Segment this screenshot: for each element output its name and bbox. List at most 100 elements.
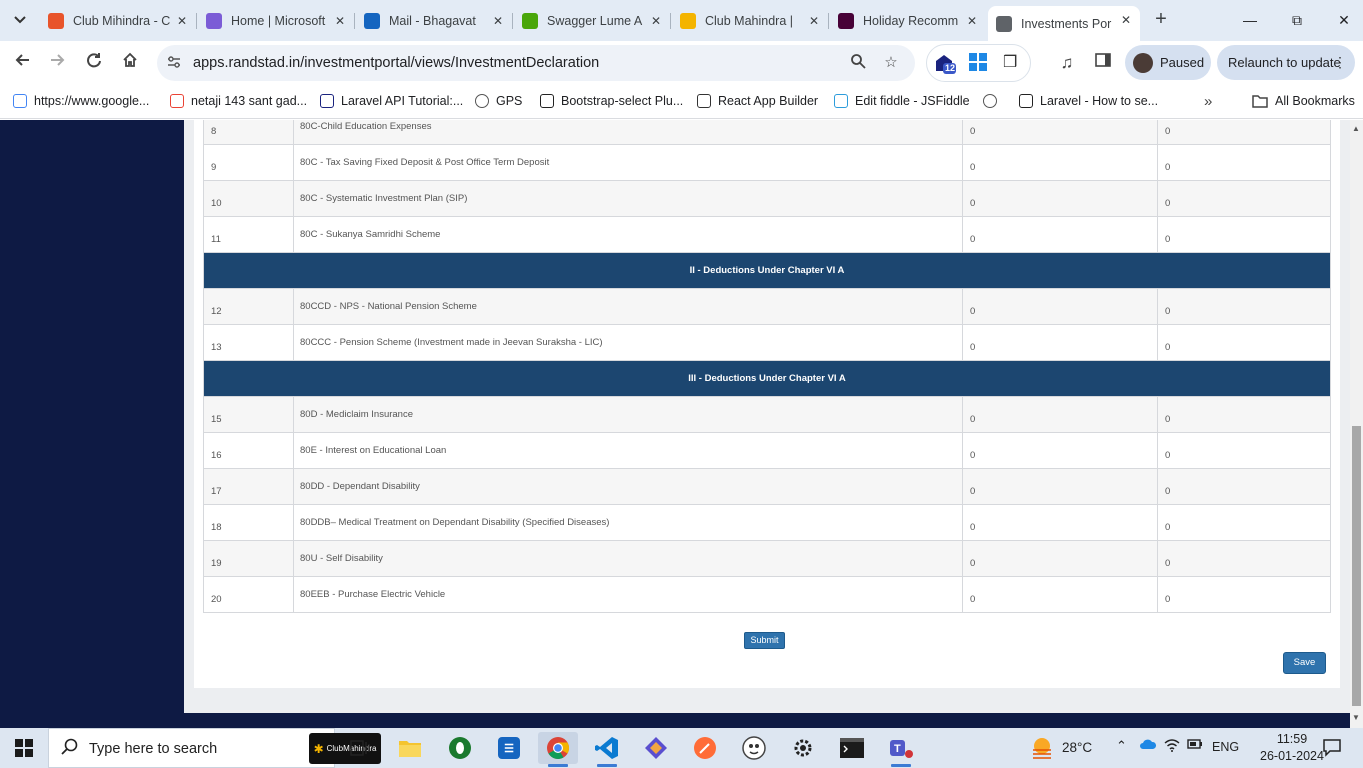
bookmark-item[interactable] [983, 92, 997, 110]
extension-badge-icon[interactable]: 12 [933, 51, 957, 75]
browser-tab[interactable]: Swagger Lume A ✕ [514, 7, 671, 35]
close-tab-icon[interactable]: ✕ [964, 13, 980, 29]
restore-button[interactable]: ⧉ [1284, 8, 1310, 32]
clock-time[interactable]: 11:59 [1262, 732, 1322, 746]
side-panel-icon[interactable] [1090, 50, 1116, 76]
close-tab-icon[interactable]: ✕ [174, 13, 190, 29]
back-button[interactable] [9, 50, 35, 76]
close-tab-icon[interactable]: ✕ [490, 13, 506, 29]
declared-amount-cell[interactable]: 0 [962, 144, 1158, 181]
start-button[interactable] [0, 728, 48, 768]
page-scrollbar[interactable]: ▲ ▼ [1350, 120, 1363, 728]
close-window-button[interactable]: ✕ [1331, 8, 1357, 32]
bookmark-item[interactable]: GPS [475, 92, 522, 110]
taskbar-chrome[interactable] [538, 732, 578, 767]
home-button[interactable] [117, 50, 143, 76]
weather-temperature[interactable]: 28°C [1062, 740, 1092, 755]
zoom-icon[interactable] [848, 53, 868, 73]
actual-amount-cell[interactable]: 0 [1157, 468, 1331, 505]
taskbar-file-explorer[interactable] [390, 732, 430, 764]
declared-amount-cell[interactable]: 0 [962, 432, 1158, 469]
browser-tab[interactable]: Club Mihindra - C ✕ [40, 7, 197, 35]
media-control-icon[interactable]: ♫ [1054, 50, 1080, 76]
declared-amount-cell[interactable]: 0 [962, 504, 1158, 541]
chevron-up-icon[interactable]: ⌃ [1116, 738, 1127, 754]
actual-amount-cell[interactable]: 0 [1157, 120, 1331, 145]
close-tab-icon[interactable]: ✕ [648, 13, 664, 29]
actual-amount-cell[interactable]: 0 [1157, 504, 1331, 541]
actual-amount-cell[interactable]: 0 [1157, 324, 1331, 361]
reload-button[interactable] [81, 50, 107, 76]
taskbar-vscode[interactable] [587, 732, 627, 767]
declared-amount-cell[interactable]: 0 [962, 180, 1158, 217]
bookmark-item[interactable]: Laravel - How to se... [1019, 92, 1158, 110]
puzzle-extensions-icon[interactable]: ❒ [1003, 53, 1023, 73]
scrollbar-thumb[interactable] [1352, 426, 1361, 706]
site-info-icon[interactable] [165, 54, 183, 72]
wifi-icon[interactable] [1164, 738, 1180, 755]
relaunch-button[interactable]: Relaunch to update ⋮ [1217, 45, 1355, 80]
notification-button[interactable] [1322, 737, 1344, 759]
tab-search-button[interactable] [8, 8, 32, 32]
forward-button[interactable] [45, 50, 71, 76]
declared-amount-cell[interactable]: 0 [962, 540, 1158, 577]
taskbar-dbeaver[interactable] [734, 732, 774, 764]
declared-amount-cell[interactable]: 0 [962, 288, 1158, 325]
bookmark-item[interactable]: React App Builder [697, 92, 818, 110]
onedrive-cloud-icon[interactable] [1139, 738, 1157, 753]
new-tab-button[interactable]: + [1150, 9, 1172, 31]
address-bar[interactable]: apps.randstad.in/investmentportal/views/… [157, 45, 915, 81]
language-indicator[interactable]: ENG [1212, 740, 1239, 754]
url-text[interactable]: apps.randstad.in/investmentportal/views/… [193, 55, 599, 71]
submit-button[interactable]: Submit [744, 632, 785, 649]
taskbar-app-green[interactable] [440, 732, 480, 764]
taskbar-app-shield[interactable]: ☰ [489, 732, 529, 764]
bookmark-item[interactable]: Edit fiddle - JSFiddle [834, 92, 970, 110]
actual-amount-cell[interactable]: 0 [1157, 216, 1331, 253]
declared-amount-cell[interactable]: 0 [962, 216, 1158, 253]
actual-amount-cell[interactable]: 0 [1157, 576, 1331, 613]
browser-tab[interactable]: Holiday Recomm ✕ [830, 7, 986, 35]
taskbar-teams[interactable]: T [881, 732, 921, 767]
actual-amount-cell[interactable]: 0 [1157, 396, 1331, 433]
taskbar-settings[interactable] [783, 732, 823, 764]
browser-tab[interactable]: Home | Microsoft ✕ [198, 7, 355, 35]
bookmarks-overflow-button[interactable]: » [1204, 92, 1212, 110]
clock-date[interactable]: 26-01-2024 [1257, 749, 1327, 763]
bookmark-item[interactable]: netaji 143 sant gad... [170, 92, 307, 110]
declared-amount-cell[interactable]: 0 [962, 120, 1158, 145]
declared-amount-cell[interactable]: 0 [962, 396, 1158, 433]
browser-tab[interactable]: Mail - Bhagavat ✕ [356, 7, 513, 35]
declared-amount-cell[interactable]: 0 [962, 468, 1158, 505]
actual-amount-cell[interactable]: 0 [1157, 144, 1331, 181]
minimize-button[interactable]: — [1237, 8, 1263, 32]
browser-tab[interactable]: Investments Por ✕ [988, 6, 1140, 41]
taskbar-search-box[interactable]: Type here to search ✱ ClubMahindra [48, 728, 381, 768]
actual-amount-cell[interactable]: 0 [1157, 288, 1331, 325]
scroll-down-arrow-icon[interactable]: ▼ [1352, 713, 1360, 722]
declared-amount-cell[interactable]: 0 [962, 324, 1158, 361]
task-view-button[interactable] [340, 732, 380, 764]
actual-amount-cell[interactable]: 0 [1157, 432, 1331, 469]
taskbar-terminal[interactable] [832, 732, 872, 764]
actual-amount-cell[interactable]: 0 [1157, 180, 1331, 217]
bookmark-item[interactable]: Laravel API Tutorial:... [320, 92, 463, 110]
more-vert-icon[interactable]: ⋮ [1333, 54, 1347, 71]
all-bookmarks-button[interactable]: All Bookmarks [1252, 92, 1355, 110]
close-tab-icon[interactable]: ✕ [332, 13, 348, 29]
bookmark-item[interactable]: Bootstrap-select Plu... [540, 92, 683, 110]
taskbar-postman[interactable] [685, 732, 725, 764]
close-tab-icon[interactable]: ✕ [1118, 12, 1134, 28]
declared-amount-cell[interactable]: 0 [962, 576, 1158, 613]
scroll-up-arrow-icon[interactable]: ▲ [1352, 124, 1360, 133]
save-button[interactable]: Save [1283, 652, 1326, 674]
close-tab-icon[interactable]: ✕ [806, 13, 822, 29]
battery-icon[interactable] [1187, 738, 1203, 753]
windows-extension-icon[interactable] [969, 53, 989, 73]
browser-tab[interactable]: Club Mahindra | ✕ [672, 7, 829, 35]
bookmark-star-icon[interactable]: ☆ [881, 53, 901, 73]
weather-sun-icon[interactable] [1030, 736, 1054, 760]
taskbar-git-app[interactable] [636, 732, 676, 764]
actual-amount-cell[interactable]: 0 [1157, 540, 1331, 577]
profile-button[interactable]: Paused [1125, 45, 1211, 80]
